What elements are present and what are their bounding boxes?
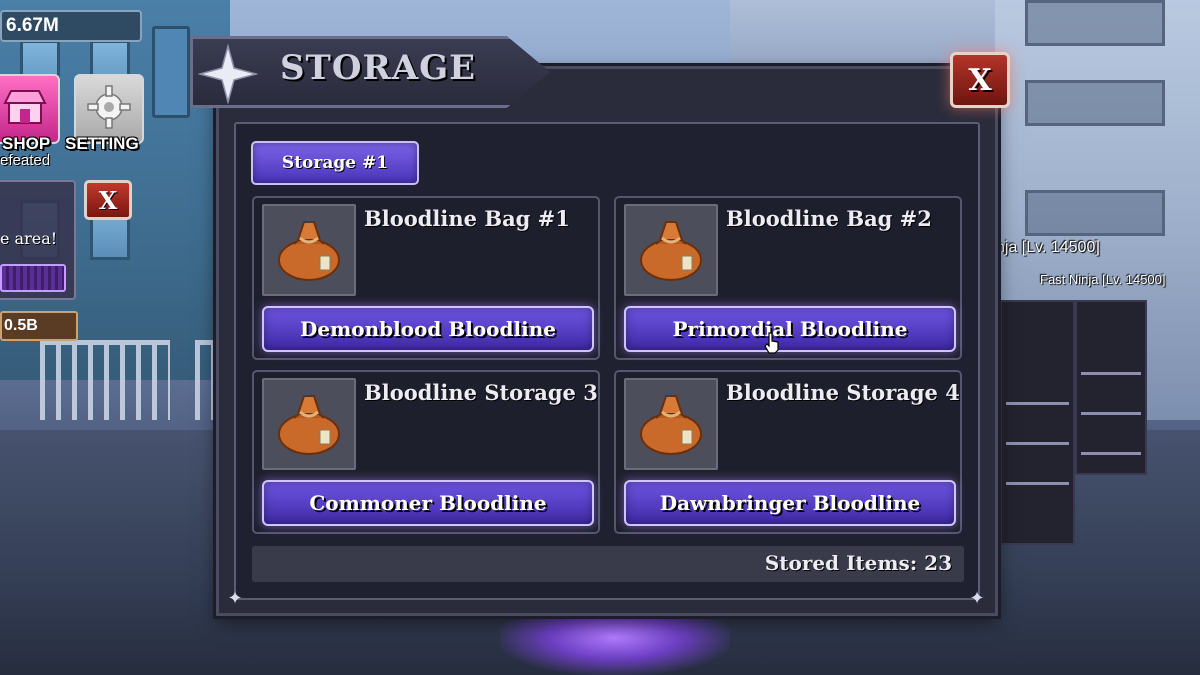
- bloodline-button[interactable]: Demonblood Bloodline: [262, 306, 594, 352]
- money-counter: 6.67M: [0, 10, 142, 42]
- bloodline-button[interactable]: Commoner Bloodline: [262, 480, 594, 526]
- npc-name-label: Fast Ninja [Lv. 14500]: [1040, 272, 1166, 287]
- slot-title: Bloodline Bag #1: [364, 206, 570, 231]
- loot-bag-icon: [624, 204, 718, 296]
- loot-bag-icon: [262, 378, 356, 470]
- quest-close-button[interactable]: X: [84, 180, 132, 220]
- slot-title: Bloodline Bag #2: [726, 206, 932, 231]
- corner-ornament-icon: ✦: [969, 588, 985, 609]
- quest-progress-bar: [0, 264, 66, 292]
- storage-slot: Bloodline Storage 3 Commoner Bloodline: [252, 370, 600, 534]
- tab-storage-1[interactable]: Storage #1: [251, 141, 419, 185]
- panel-title: STORAGE: [280, 48, 477, 88]
- npc-name-label: nja [Lv. 14500]: [996, 239, 1100, 256]
- bloodline-button[interactable]: Dawnbringer Bloodline: [624, 480, 956, 526]
- ninja-npc[interactable]: [1075, 300, 1147, 475]
- corner-ornament-icon: ✦: [227, 588, 243, 609]
- loot-bag-icon: [262, 204, 356, 296]
- loot-bag-icon: [624, 378, 718, 470]
- side-panel-card[interactable]: [152, 26, 190, 118]
- hand-cursor-icon: [764, 332, 780, 354]
- shop-label: SHOP: [2, 134, 51, 153]
- ninja-npc[interactable]: [1000, 300, 1075, 545]
- close-button[interactable]: X: [950, 52, 1010, 108]
- storage-slot: Bloodline Bag #1 Demonblood Bloodline: [252, 196, 600, 360]
- storage-slot: Bloodline Storage 4 Dawnbringer Bloodlin…: [614, 370, 962, 534]
- slot-title: Bloodline Storage 3: [364, 380, 598, 405]
- sparkle-star-icon: [196, 42, 260, 106]
- setting-label: SETTING: [65, 134, 139, 153]
- gear-icon: [86, 84, 132, 134]
- stored-items-count: Stored Items: 23: [764, 551, 952, 575]
- shop-icon: [3, 87, 47, 131]
- defeated-text: efeated: [0, 152, 51, 169]
- slot-title: Bloodline Storage 4: [726, 380, 960, 405]
- storage-footer: Stored Items: 23: [252, 546, 964, 582]
- fence: [40, 340, 170, 420]
- bloodline-button[interactable]: Primordial Bloodline: [624, 306, 956, 352]
- quest-reward: 0.5B: [0, 311, 78, 341]
- storage-slot: Bloodline Bag #2 Primordial Bloodline: [614, 196, 962, 360]
- quest-text: e area!: [0, 229, 58, 248]
